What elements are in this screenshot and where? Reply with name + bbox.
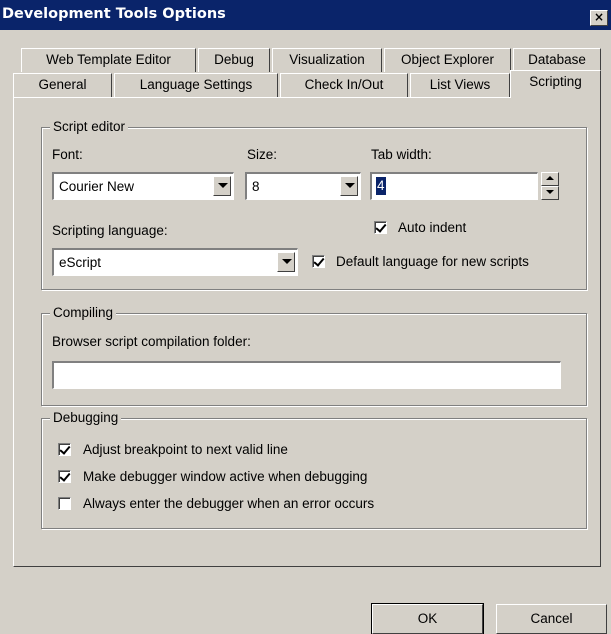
default-language-label: Default language for new scripts <box>336 254 529 269</box>
arrow-down-icon <box>546 190 554 194</box>
scripting-language-value: eScript <box>59 255 102 270</box>
tab-general[interactable]: General <box>13 73 112 97</box>
auto-indent-label: Auto indent <box>398 220 467 235</box>
default-language-checkbox[interactable] <box>312 255 325 268</box>
script-editor-legend: Script editor <box>50 119 129 135</box>
size-dropdown-button[interactable] <box>340 176 358 196</box>
chevron-down-icon <box>282 259 292 264</box>
debugging-legend: Debugging <box>50 410 122 426</box>
tab-scripting[interactable]: Scripting <box>510 70 601 98</box>
font-dropdown-button[interactable] <box>213 176 231 196</box>
compilation-folder-input[interactable] <box>52 361 561 389</box>
font-label: Font: <box>52 147 83 162</box>
tab-width-label: Tab width: <box>371 147 432 162</box>
tab-language-settings[interactable]: Language Settings <box>114 73 278 97</box>
auto-indent-checkbox[interactable] <box>374 221 387 234</box>
chevron-down-icon <box>218 183 228 188</box>
tab-width-input[interactable]: 4 <box>370 172 538 200</box>
font-select-value: Courier New <box>59 179 135 194</box>
compilation-folder-label: Browser script compilation folder: <box>52 334 251 349</box>
adjust-breakpoint-checkbox[interactable] <box>58 443 71 456</box>
cancel-button[interactable]: Cancel <box>496 604 607 634</box>
tab-visualization[interactable]: Visualization <box>272 48 382 72</box>
tab-web-template-editor[interactable]: Web Template Editor <box>21 48 196 72</box>
scripting-tab-panel: Script editor Font: Size: Tab width: Cou… <box>13 97 601 567</box>
debugger-window-active-label: Make debugger window active when debuggi… <box>83 469 368 484</box>
close-icon: × <box>593 10 605 24</box>
adjust-breakpoint-label: Adjust breakpoint to next valid line <box>83 442 288 457</box>
tab-width-spin-up[interactable] <box>541 172 559 186</box>
tab-list-views[interactable]: List Views <box>410 73 510 97</box>
ok-button[interactable]: OK <box>371 603 484 634</box>
tab-check-in-out[interactable]: Check In/Out <box>280 73 408 97</box>
scripting-language-dropdown-button[interactable] <box>277 252 295 272</box>
size-label: Size: <box>247 147 278 162</box>
title-bar[interactable]: Development Tools Options × <box>0 0 611 30</box>
scripting-language-label: Scripting language: <box>52 223 168 238</box>
scripting-language-select[interactable]: eScript <box>52 248 298 276</box>
options-dialog: Development Tools Options × Web Template… <box>0 0 611 634</box>
always-enter-debugger-checkbox[interactable] <box>58 497 71 510</box>
compiling-legend: Compiling <box>50 305 117 321</box>
close-button[interactable]: × <box>590 10 608 26</box>
debugger-window-active-checkbox[interactable] <box>58 470 71 483</box>
size-select[interactable]: 8 <box>245 172 361 200</box>
tab-object-explorer[interactable]: Object Explorer <box>384 48 511 72</box>
always-enter-debugger-label: Always enter the debugger when an error … <box>83 496 375 511</box>
tab-width-spin-down[interactable] <box>541 186 559 200</box>
size-select-value: 8 <box>252 179 260 194</box>
tab-database[interactable]: Database <box>513 48 601 72</box>
window-title: Development Tools Options <box>2 6 226 22</box>
font-select[interactable]: Courier New <box>52 172 234 200</box>
compiling-group: Compiling <box>41 305 587 406</box>
chevron-down-icon <box>345 183 355 188</box>
tab-width-value: 4 <box>376 177 386 195</box>
arrow-up-icon <box>546 176 554 180</box>
tab-debug[interactable]: Debug <box>198 48 270 72</box>
